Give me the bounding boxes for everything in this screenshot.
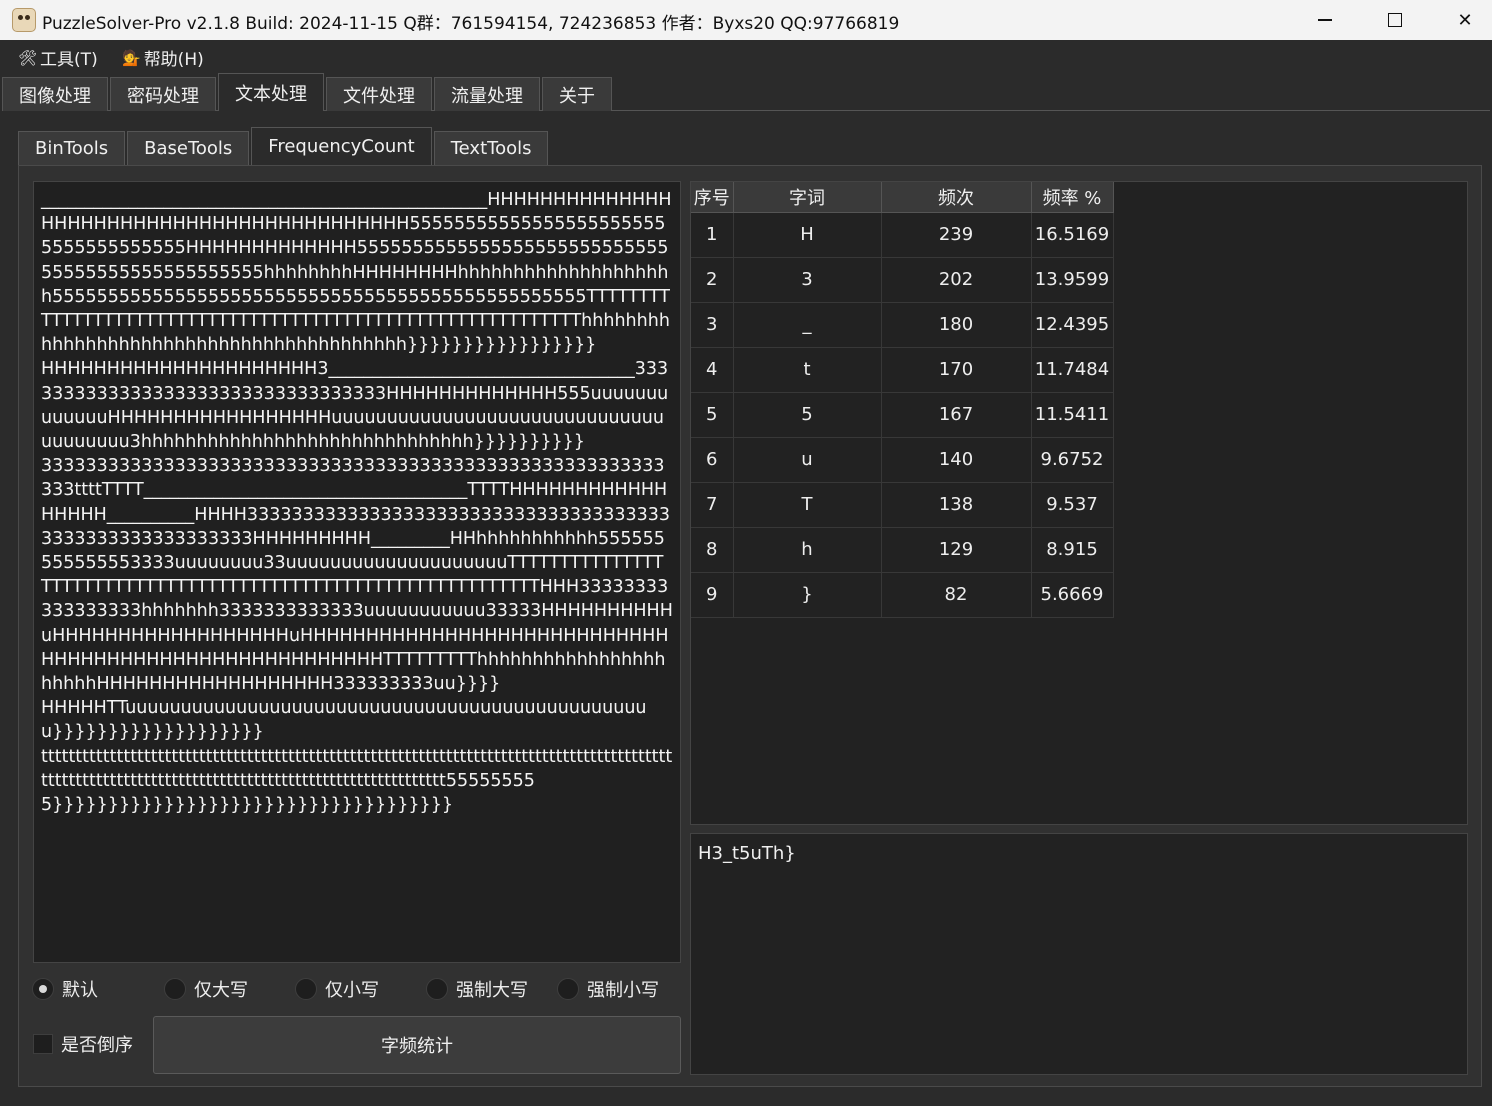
tab-basetools[interactable]: BaseTools (127, 131, 250, 165)
cell-frequency[interactable]: 8.915 (1031, 527, 1114, 573)
cell-word[interactable]: } (733, 572, 882, 618)
cell-word[interactable]: _ (733, 302, 882, 348)
radio-upper-only[interactable]: 仅大写 (164, 976, 248, 1002)
table-row[interactable]: 5 5 167 11.5411 (691, 392, 1114, 438)
cell-frequency[interactable]: 13.9599 (1031, 257, 1114, 303)
cell-frequency[interactable]: 16.5169 (1031, 212, 1114, 258)
title-bar: PuzzleSolver-Pro v2.1.8 Build: 2024-11-1… (0, 0, 1492, 40)
cell-count[interactable]: 167 (881, 392, 1032, 438)
tab-bintools[interactable]: BinTools (18, 131, 126, 165)
checkbox-label: 是否倒序 (61, 1035, 133, 1056)
radio-lower-only[interactable]: 仅小写 (295, 976, 379, 1002)
cell-index[interactable]: 9 (691, 572, 734, 618)
cell-index[interactable]: 6 (691, 437, 734, 483)
radio-label: 强制小写 (587, 980, 659, 1001)
cell-index[interactable]: 4 (691, 347, 734, 393)
tab-text[interactable]: 文本处理 (218, 73, 324, 111)
table-row[interactable]: 8 h 129 8.915 (691, 527, 1114, 573)
table-row[interactable]: 3 _ 180 12.4395 (691, 302, 1114, 348)
cell-frequency[interactable]: 5.6669 (1031, 572, 1114, 618)
cell-frequency[interactable]: 9.6752 (1031, 437, 1114, 483)
tab-crypto[interactable]: 密码处理 (110, 77, 216, 111)
cell-frequency[interactable]: 9.537 (1031, 482, 1114, 528)
cell-count[interactable]: 138 (881, 482, 1032, 528)
menu-help-label: 帮助(H) (143, 50, 204, 70)
cell-word[interactable]: 3 (733, 257, 882, 303)
result-textarea[interactable]: H3_t5uTh} (690, 833, 1468, 1075)
radio-default[interactable]: 默认 (32, 976, 98, 1002)
input-textarea[interactable]: ________________________________________… (33, 181, 681, 963)
tab-file[interactable]: 文件处理 (326, 77, 432, 111)
radio-label: 仅大写 (194, 980, 248, 1001)
table-row[interactable]: 6 u 140 9.6752 (691, 437, 1114, 483)
cell-index[interactable]: 3 (691, 302, 734, 348)
cell-index[interactable]: 1 (691, 212, 734, 258)
menu-tools-label: 工具(T) (40, 50, 98, 70)
radio-indicator (426, 978, 448, 1000)
cell-count[interactable]: 239 (881, 212, 1032, 258)
cell-index[interactable]: 7 (691, 482, 734, 528)
maximize-icon (1388, 13, 1402, 27)
radio-indicator (295, 978, 317, 1000)
cell-word[interactable]: t (733, 347, 882, 393)
tools-icon: 🛠 (18, 48, 38, 67)
table-row[interactable]: 2 3 202 13.9599 (691, 257, 1114, 303)
tab-about[interactable]: 关于 (542, 77, 612, 111)
cell-count[interactable]: 140 (881, 437, 1032, 483)
cell-word[interactable]: 5 (733, 392, 882, 438)
col-header-frequency[interactable]: 频率 % (1031, 182, 1114, 213)
cell-frequency[interactable]: 12.4395 (1031, 302, 1114, 348)
close-icon: ✕ (1457, 9, 1473, 31)
tab-texttools[interactable]: TextTools (433, 131, 549, 165)
menu-bar: 🛠 工具(T) 💁 帮助(H) (0, 40, 1492, 72)
radio-indicator (32, 978, 54, 1000)
cell-index[interactable]: 8 (691, 527, 734, 573)
help-person-icon: 💁 (122, 48, 141, 67)
cell-word[interactable]: h (733, 527, 882, 573)
cell-word[interactable]: T (733, 482, 882, 528)
minimize-icon (1318, 19, 1332, 21)
cell-word[interactable]: H (733, 212, 882, 258)
table-row[interactable]: 7 T 138 9.537 (691, 482, 1114, 528)
menu-tools[interactable]: 🛠 工具(T) (18, 45, 98, 71)
radio-indicator (557, 978, 579, 1000)
cell-count[interactable]: 82 (881, 572, 1032, 618)
cell-index[interactable]: 5 (691, 392, 734, 438)
cell-frequency[interactable]: 11.5411 (1031, 392, 1114, 438)
tab-frequencycount[interactable]: FrequencyCount (251, 127, 432, 165)
main-tab-bar: 图像处理 密码处理 文本处理 文件处理 流量处理 关于 (2, 73, 614, 111)
radio-indicator (164, 978, 186, 1000)
table-row[interactable]: 9} 82 5.6669 (691, 572, 1114, 618)
tab-image[interactable]: 图像处理 (2, 77, 108, 111)
table-row[interactable]: 4 t 170 11.7484 (691, 347, 1114, 393)
cell-count[interactable]: 180 (881, 302, 1032, 348)
minimize-button[interactable] (1290, 0, 1360, 40)
radio-label: 默认 (62, 980, 98, 1001)
radio-force-lower[interactable]: 强制小写 (557, 976, 659, 1002)
frequency-count-button[interactable]: 字频统计 (153, 1016, 681, 1074)
tab-traffic[interactable]: 流量处理 (434, 77, 540, 111)
menu-help[interactable]: 💁 帮助(H) (122, 45, 204, 71)
cell-count[interactable]: 202 (881, 257, 1032, 303)
checkbox-indicator (33, 1034, 53, 1054)
radio-label: 仅小写 (325, 980, 379, 1001)
sub-tab-bar: BinTools BaseTools FrequencyCount TextTo… (18, 127, 550, 165)
col-header-count[interactable]: 频次 (881, 182, 1032, 213)
cell-frequency[interactable]: 11.7484 (1031, 347, 1114, 393)
frequency-table[interactable]: 序号 字词 频次 频率 % 1 H 239 16.5169 2 3 202 13.9599 3 _… (690, 181, 1468, 825)
app-icon (12, 8, 36, 32)
cell-index[interactable]: 2 (691, 257, 734, 303)
window-title: PuzzleSolver-Pro v2.1.8 Build: 2024-11-1… (42, 14, 900, 34)
col-header-word[interactable]: 字词 (733, 182, 882, 213)
reverse-checkbox[interactable]: 是否倒序 (33, 1031, 133, 1057)
cell-count[interactable]: 129 (881, 527, 1032, 573)
cell-word[interactable]: u (733, 437, 882, 483)
radio-label: 强制大写 (456, 980, 528, 1001)
col-header-index[interactable]: 序号 (691, 182, 734, 213)
table-row[interactable]: 1 H 239 16.5169 (691, 212, 1114, 258)
close-button[interactable]: ✕ (1430, 0, 1492, 40)
cell-count[interactable]: 170 (881, 347, 1032, 393)
maximize-button[interactable] (1360, 0, 1430, 40)
radio-force-upper[interactable]: 强制大写 (426, 976, 528, 1002)
